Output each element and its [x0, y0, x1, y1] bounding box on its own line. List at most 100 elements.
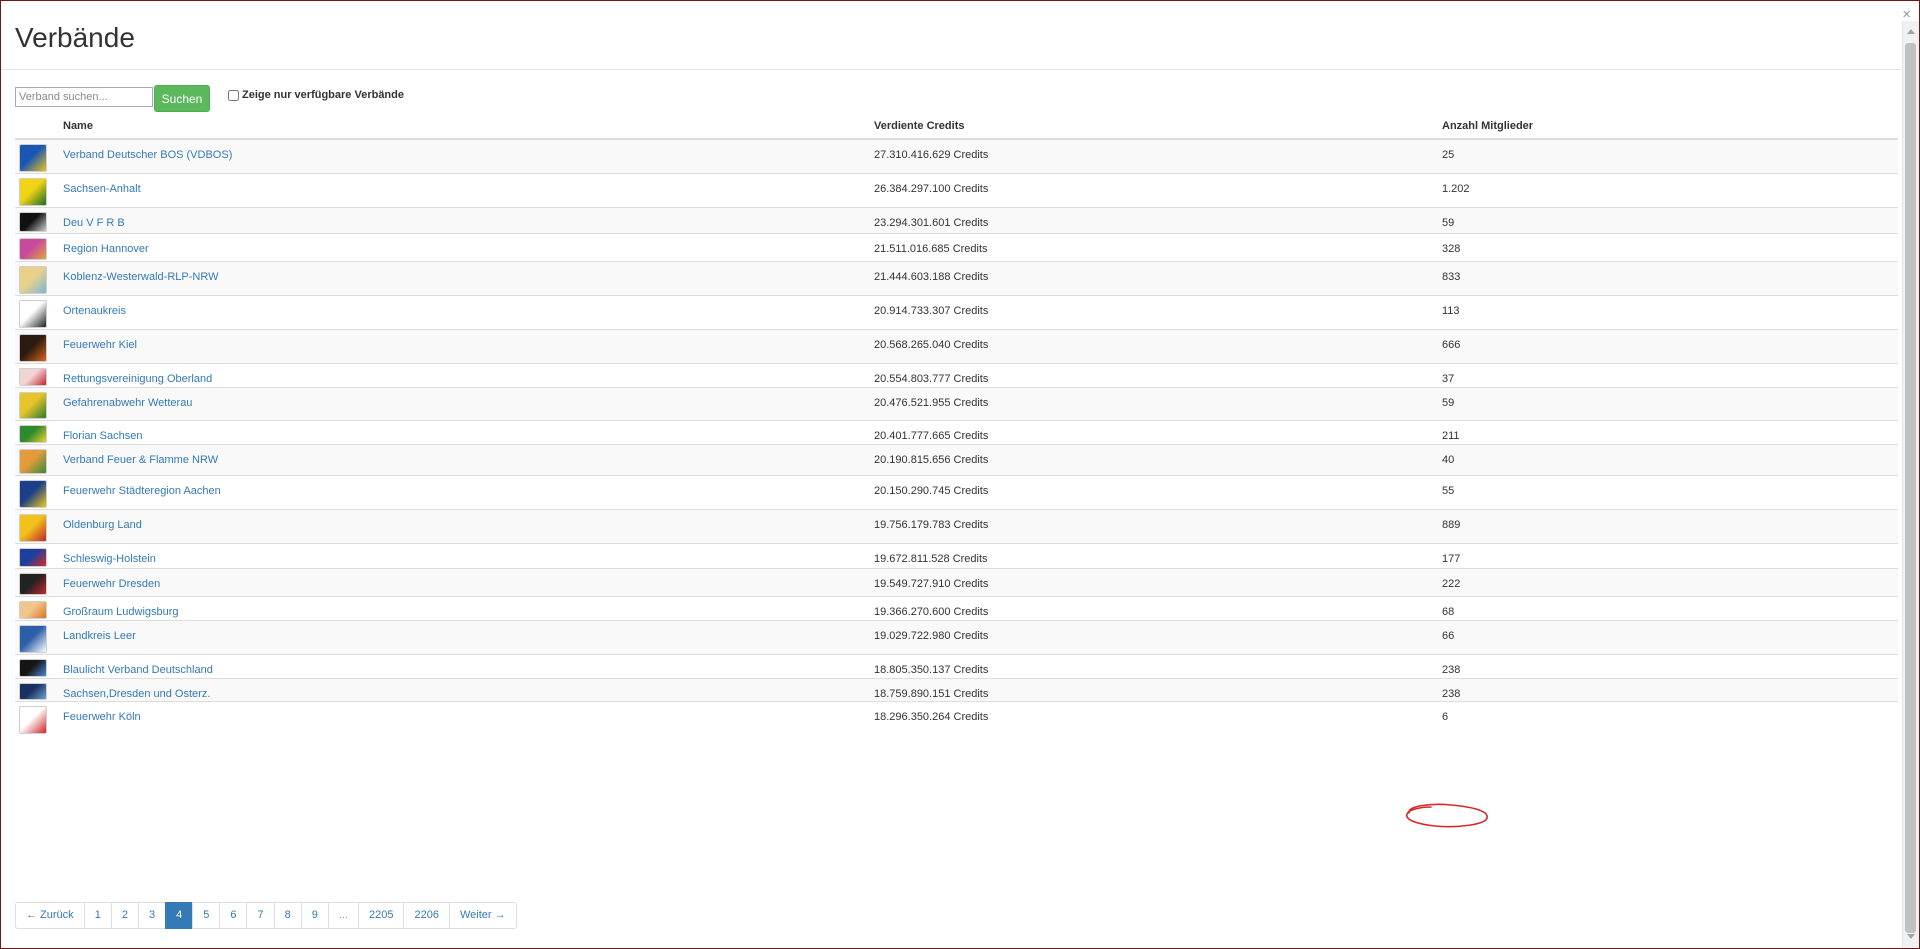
alliance-table: Name Verdiente Credits Anzahl Mitglieder…	[15, 117, 1898, 735]
feuerwehr-koeln-logo[interactable]	[19, 705, 47, 734]
logo-cell	[15, 474, 59, 509]
search-input[interactable]	[15, 87, 153, 107]
available-filter-checkbox[interactable]	[228, 89, 239, 101]
credits-cell: 20.476.521.955 Credits	[870, 386, 1438, 420]
alliance-link[interactable]: Region Hannover	[63, 243, 149, 255]
pagination-page-2206[interactable]: 2206	[403, 902, 450, 929]
deuvfrb-logo[interactable]	[19, 211, 47, 232]
members-cell: 40	[1438, 443, 1898, 475]
logo-cell	[15, 138, 59, 173]
pagination-page-3[interactable]: 3	[137, 902, 167, 929]
koblenz-logo[interactable]	[19, 265, 47, 294]
logo-cell	[15, 260, 59, 295]
search-button[interactable]: Suchen	[154, 85, 210, 112]
feuerwehr-kiel-logo[interactable]	[19, 333, 47, 362]
rettungsvereinigung-logo[interactable]	[19, 367, 47, 386]
alliance-link[interactable]: Oldenburg Land	[63, 519, 142, 531]
logo-cell	[15, 567, 59, 596]
pagination-page-2205[interactable]: 2205	[357, 902, 405, 929]
schleswig-holstein-logo[interactable]	[19, 547, 47, 567]
name-cell: Blaulicht Verband Deutschland	[59, 653, 870, 678]
alliance-link[interactable]: Deu V F R B	[63, 217, 125, 229]
logo-cell	[15, 328, 59, 363]
name-cell: Oldenburg Land	[59, 508, 870, 543]
credits-cell: 27.310.416.629 Credits	[870, 138, 1438, 173]
pagination-page-6[interactable]: 6	[219, 902, 248, 929]
pagination-page-1[interactable]: 1	[83, 902, 112, 929]
alliance-link[interactable]: Feuerwehr Dresden	[63, 578, 160, 590]
alliance-link[interactable]: Landkreis Leer	[63, 630, 136, 642]
alliance-link[interactable]: Sachsen,Dresden und Osterz.	[63, 688, 210, 700]
pagination-next-button[interactable]: Weiter →	[448, 902, 517, 929]
modal-content: Verbände Suchen Zeige nur verfügbare Ver…	[1, 1, 1901, 948]
pagination-page-2[interactable]: 2	[110, 902, 139, 929]
pagination-page-4[interactable]: 4	[165, 902, 194, 929]
available-filter[interactable]: Zeige nur verfügbare Verbände	[228, 89, 404, 101]
florian-sachsen-logo[interactable]	[19, 424, 47, 443]
scrollbar-thumb[interactable]	[1905, 43, 1916, 933]
alliance-link[interactable]: Koblenz-Westerwald-RLP-NRW	[63, 271, 218, 283]
sachsen-anhalt-logo[interactable]	[19, 177, 47, 206]
gefahrenabwehr-logo[interactable]	[19, 391, 47, 419]
vdbos-logo[interactable]	[19, 144, 47, 172]
pagination-page-7[interactable]: 7	[246, 902, 275, 929]
credits-cell: 19.029.722.980 Credits	[870, 619, 1438, 654]
members-cell: 1.202	[1438, 172, 1898, 207]
name-cell: Feuerwehr Kiel	[59, 328, 870, 363]
oldenburg-logo[interactable]	[19, 513, 47, 542]
ludwigsburg-logo[interactable]	[19, 600, 47, 619]
feuerwehr-dresden-logo[interactable]	[19, 572, 47, 595]
logo-cell	[15, 206, 59, 233]
ortenaukreis-logo[interactable]	[19, 299, 47, 328]
blaulicht-logo[interactable]	[19, 658, 47, 677]
alliance-link[interactable]: Verband Deutscher BOS (VDBOS)	[63, 149, 232, 161]
modal-header: Verbände	[1, 1, 1901, 70]
alliance-link[interactable]: Großraum Ludwigsburg	[63, 606, 179, 618]
members-cell: 25	[1438, 138, 1898, 173]
pagination-page-8[interactable]: 8	[273, 902, 302, 929]
alliance-link[interactable]: Feuerwehr Kiel	[63, 339, 137, 351]
members-cell: 328	[1438, 232, 1898, 261]
alliance-link[interactable]: Verband Feuer & Flamme NRW	[63, 454, 218, 466]
pagination-page-9[interactable]: 9	[300, 902, 329, 929]
alliance-link[interactable]: Florian Sachsen	[63, 430, 143, 442]
logo-cell	[15, 700, 59, 735]
aachen-logo[interactable]	[19, 479, 47, 508]
credits-cell: 18.759.890.151 Credits	[870, 677, 1438, 701]
close-icon[interactable]: ×	[1902, 7, 1911, 22]
alliance-link[interactable]: Feuerwehr Städteregion Aachen	[63, 485, 221, 497]
alliance-table-body: Verband Deutscher BOS (VDBOS) 27.310.416.…	[15, 138, 1898, 735]
logo-cell	[15, 172, 59, 207]
pagination-prev-button[interactable]: ← Zurück	[15, 902, 85, 929]
table-row: Verband Feuer & Flamme NRW 20.190.815.656…	[15, 443, 1898, 475]
alliance-link[interactable]: Sachsen-Anhalt	[63, 183, 141, 195]
alliance-link[interactable]: Rettungsvereinigung Oberland	[63, 373, 212, 385]
members-cell: 59	[1438, 386, 1898, 420]
alliance-link[interactable]: Feuerwehr Köln	[63, 711, 141, 723]
logo-cell	[15, 508, 59, 543]
alliance-link[interactable]: Ortenaukreis	[63, 305, 126, 317]
sachsen-dresden-logo[interactable]	[19, 682, 47, 700]
table-row: Feuerwehr Köln 18.296.350.264 Credits 6	[15, 700, 1898, 735]
landkreis-leer-logo[interactable]	[19, 624, 47, 653]
scroll-up-arrow-icon[interactable]	[1907, 29, 1915, 34]
credits-cell: 19.549.727.910 Credits	[870, 567, 1438, 596]
members-cell: 59	[1438, 206, 1898, 233]
name-cell: Feuerwehr Dresden	[59, 567, 870, 596]
table-row: Sachsen-Anhalt 26.384.297.100 Credits 1.20…	[15, 172, 1898, 207]
available-filter-label: Zeige nur verfügbare Verbände	[242, 89, 404, 101]
scroll-down-arrow-icon[interactable]	[1907, 934, 1915, 939]
alliance-link[interactable]: Schleswig-Holstein	[63, 553, 156, 565]
scrollbar[interactable]	[1902, 21, 1919, 947]
logo-cell	[15, 677, 59, 701]
pagination-page-5[interactable]: 5	[192, 902, 221, 929]
logo-cell	[15, 232, 59, 261]
alliance-link[interactable]: Gefahrenabwehr Wetterau	[63, 397, 192, 409]
column-header-members: Anzahl Mitglieder	[1438, 117, 1898, 140]
alliance-link[interactable]: Blaulicht Verband Deutschland	[63, 664, 213, 676]
name-cell: Großraum Ludwigsburg	[59, 595, 870, 620]
feuer-flamme-logo[interactable]	[19, 448, 47, 474]
logo-cell	[15, 542, 59, 568]
region-hannover-logo[interactable]	[19, 237, 47, 260]
credits-cell: 21.444.603.188 Credits	[870, 260, 1438, 295]
